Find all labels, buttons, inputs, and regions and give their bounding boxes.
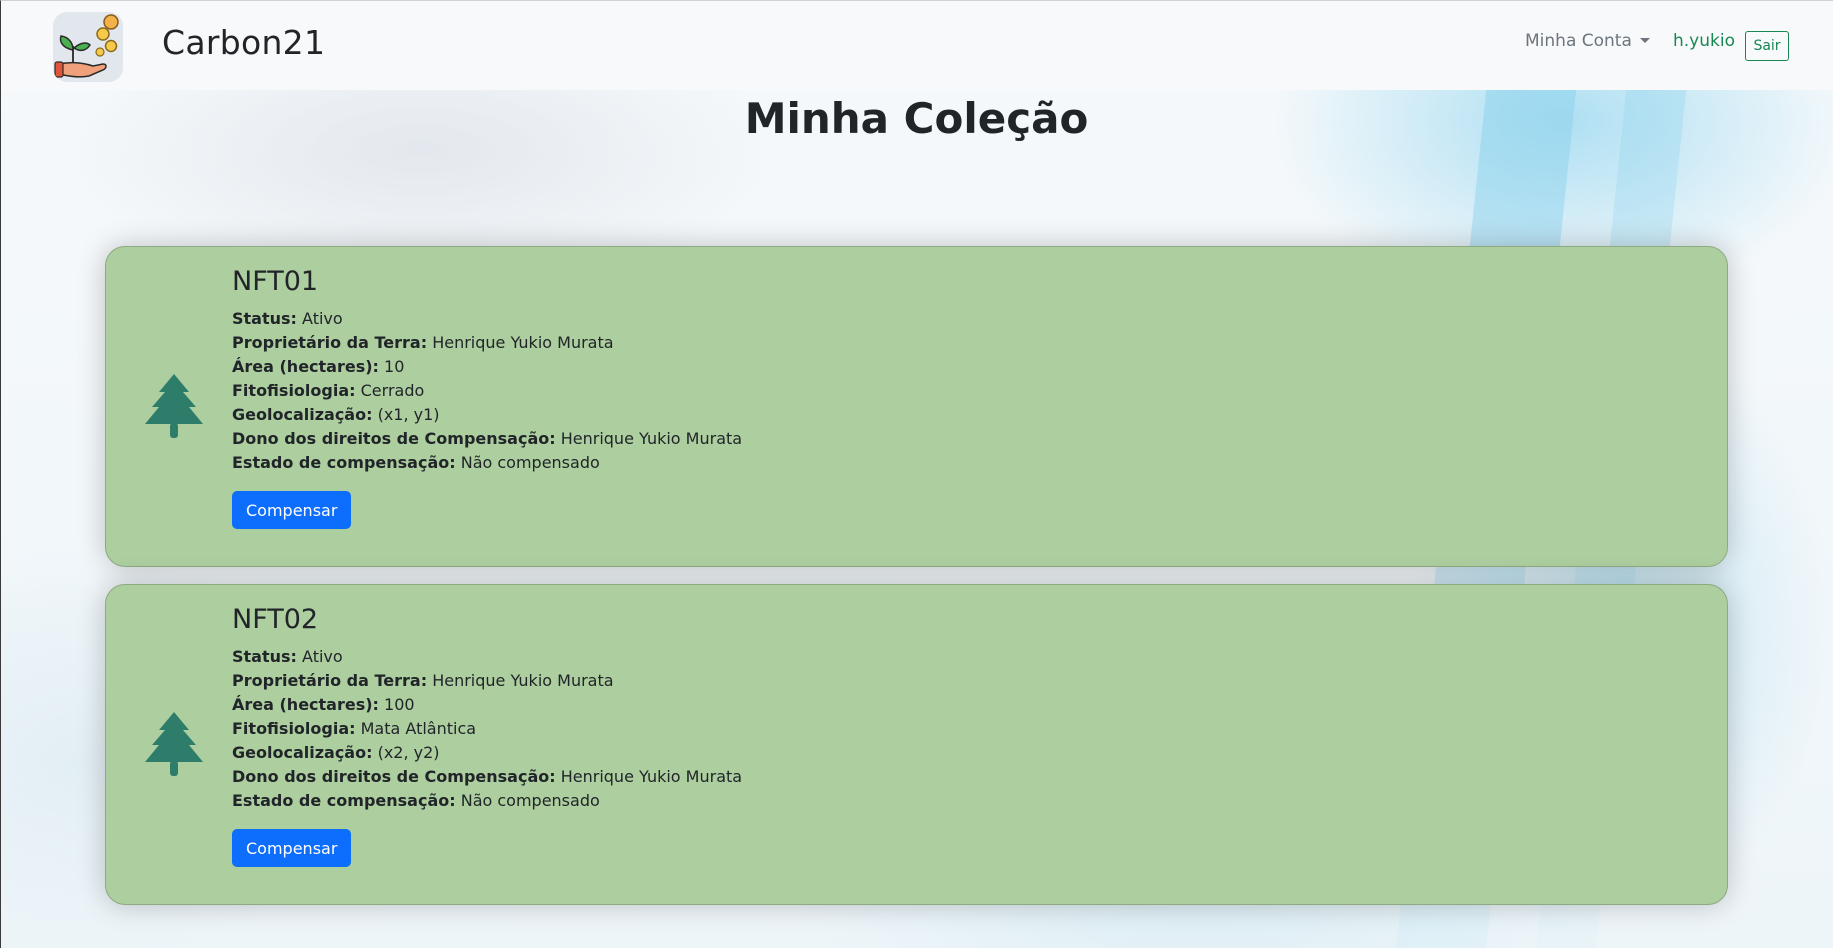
- rights-label: Dono dos direitos de Compensação:: [232, 767, 556, 786]
- comp-state-label: Estado de compensação:: [232, 453, 456, 472]
- comp-state-value: Não compensado: [460, 791, 600, 810]
- comp-state-label: Estado de compensação:: [232, 791, 456, 810]
- brand-logo[interactable]: [53, 12, 123, 82]
- tree-icon: [145, 712, 203, 776]
- phyto-field: Fitofisiologia: Cerrado: [232, 379, 742, 403]
- status-value: Ativo: [302, 647, 343, 666]
- phyto-label: Fitofisiologia:: [232, 381, 356, 400]
- plant-hand-coins-logo-icon: [54, 14, 119, 78]
- status-field: Status: Ativo: [232, 307, 742, 331]
- geo-field: Geolocalização: (x2, y2): [232, 741, 742, 765]
- owner-value: Henrique Yukio Murata: [432, 333, 614, 352]
- page-title: Minha Coleção: [744, 94, 1089, 143]
- account-menu-dropdown[interactable]: Minha Conta: [1525, 31, 1650, 51]
- geo-value: (x2, y2): [377, 743, 440, 762]
- rights-label: Dono dos direitos de Compensação:: [232, 429, 556, 448]
- navbar: Carbon21 Minha Conta h.yukio Sair: [0, 0, 1833, 90]
- nft-card: NFT02 Status: Ativo Proprietário da Terr…: [105, 584, 1728, 905]
- card-title: NFT01: [232, 266, 319, 297]
- rights-field: Dono dos direitos de Compensação: Henriq…: [232, 765, 742, 789]
- phyto-field: Fitofisiologia: Mata Atlântica: [232, 717, 742, 741]
- geo-label: Geolocalização:: [232, 743, 373, 762]
- area-value: 10: [384, 357, 405, 376]
- comp-state-field: Estado de compensação: Não compensado: [232, 451, 742, 475]
- chevron-down-icon: [1639, 38, 1650, 43]
- comp-state-value: Não compensado: [460, 453, 600, 472]
- card-title: NFT02: [232, 604, 319, 635]
- card-body: NFT02 Status: Ativo Proprietário da Terr…: [232, 603, 742, 867]
- status-label: Status:: [232, 309, 297, 328]
- area-field: Área (hectares): 100: [232, 693, 742, 717]
- phyto-value: Cerrado: [360, 381, 425, 400]
- area-label: Área (hectares):: [232, 695, 379, 714]
- logout-button[interactable]: Sair: [1745, 31, 1789, 61]
- rights-value: Henrique Yukio Murata: [560, 429, 743, 448]
- owner-label: Proprietário da Terra:: [232, 333, 428, 352]
- status-label: Status:: [232, 647, 297, 666]
- status-field: Status: Ativo: [232, 645, 742, 669]
- geo-field: Geolocalização: (x1, y1): [232, 403, 742, 427]
- account-menu-label: Minha Conta: [1525, 31, 1632, 51]
- brand-name[interactable]: Carbon21: [162, 23, 325, 62]
- compensar-button[interactable]: Compensar: [232, 491, 352, 529]
- geo-value: (x1, y1): [377, 405, 440, 424]
- comp-state-field: Estado de compensação: Não compensado: [232, 789, 742, 813]
- owner-field: Proprietário da Terra: Henrique Yukio Mu…: [232, 331, 742, 355]
- username-link[interactable]: h.yukio: [1673, 31, 1735, 51]
- compensar-button[interactable]: Compensar: [232, 829, 352, 867]
- area-label: Área (hectares):: [232, 357, 379, 376]
- nft-card: NFT01 Status: Ativo Proprietário da Terr…: [105, 246, 1728, 567]
- phyto-value: Mata Atlântica: [360, 719, 477, 738]
- area-field: Área (hectares): 10: [232, 355, 742, 379]
- card-body: NFT01 Status: Ativo Proprietário da Terr…: [232, 265, 742, 529]
- tree-icon: [145, 374, 203, 438]
- area-value: 100: [384, 695, 415, 714]
- rights-value: Henrique Yukio Murata: [560, 767, 743, 786]
- geo-label: Geolocalização:: [232, 405, 373, 424]
- status-value: Ativo: [302, 309, 343, 328]
- owner-label: Proprietário da Terra:: [232, 671, 428, 690]
- phyto-label: Fitofisiologia:: [232, 719, 356, 738]
- owner-field: Proprietário da Terra: Henrique Yukio Mu…: [232, 669, 742, 693]
- rights-field: Dono dos direitos de Compensação: Henriq…: [232, 427, 742, 451]
- owner-value: Henrique Yukio Murata: [432, 671, 614, 690]
